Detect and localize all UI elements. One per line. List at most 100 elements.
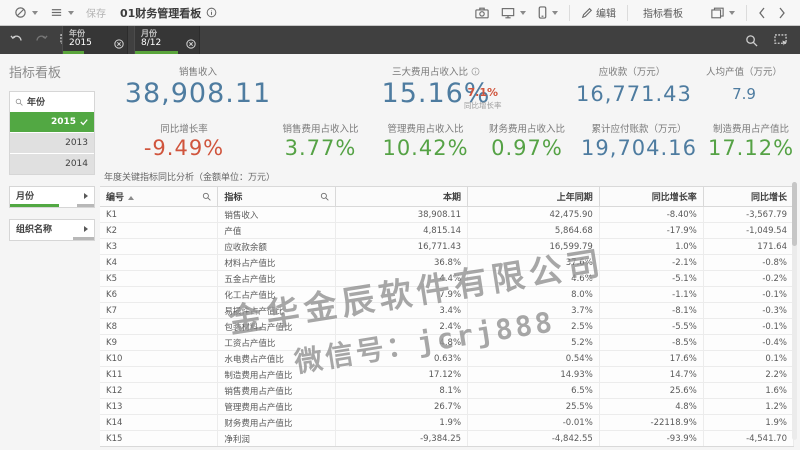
save-button[interactable]: 保存 xyxy=(80,3,112,22)
table-row[interactable]: K10水电费占产值比0.63%0.54%17.6%0.1% xyxy=(100,351,794,367)
year-option-label: 2015 xyxy=(51,117,76,127)
table-row[interactable]: K9工资占产值比4.8%5.2%-8.5%-0.4% xyxy=(100,335,794,351)
column-header-id[interactable]: 编号 xyxy=(100,187,218,207)
month-filter-collapsed[interactable]: 月份 xyxy=(9,186,95,208)
table-cell: K8 xyxy=(100,319,218,335)
kpi-value: 3.77% xyxy=(268,136,373,160)
kpi-sub-value: 7.1% xyxy=(464,86,502,99)
table-row[interactable]: K6化工占产值比7.9%8.0%-1.1%-0.1% xyxy=(100,287,794,303)
column-header-yoy-rate[interactable]: 同比增长率 xyxy=(599,187,703,207)
table-cell: 36.8% xyxy=(336,255,468,271)
chip-close-icon[interactable] xyxy=(186,34,196,53)
table-row[interactable]: K2产值4,815.145,864.68-17.9%-1,049.54 xyxy=(100,223,794,239)
column-header-prior-year[interactable]: 上年同期 xyxy=(468,187,600,207)
year-option-2013[interactable]: 2013 xyxy=(10,133,94,153)
table-cell: 6.5% xyxy=(468,383,600,399)
table-cell: K9 xyxy=(100,335,218,351)
year-option-2015[interactable]: 2015 xyxy=(10,112,94,132)
table-cell: -3,567.79 xyxy=(703,207,793,223)
table-row[interactable]: K14财务费用占产值比1.9%-0.01%-22118.9%1.9% xyxy=(100,415,794,431)
table-cell: -4,541.70 xyxy=(703,431,793,447)
table-row[interactable]: K4材料占产值比36.8%37.6%-2.1%-0.8% xyxy=(100,255,794,271)
table-row[interactable]: K13管理费用占产值比26.7%25.5%4.8%1.2% xyxy=(100,399,794,415)
smart-search-icon[interactable] xyxy=(745,34,758,47)
table-cell: 五金占产值比 xyxy=(218,271,336,287)
info-icon[interactable] xyxy=(206,7,217,18)
kpi-value: 7.9 xyxy=(688,79,800,109)
scrollbar-thumb[interactable] xyxy=(792,182,797,246)
circle-slash-icon xyxy=(14,6,27,19)
sort-asc-icon xyxy=(128,196,134,200)
table-row[interactable]: K12销售费用占产值比8.1%6.5%25.6%1.6% xyxy=(100,383,794,399)
kpi-label: 应收款（万元） xyxy=(576,64,688,78)
chip-value: 8/12 xyxy=(141,38,185,48)
kpi-value: 38,908.11 xyxy=(100,79,296,109)
app-options-button[interactable] xyxy=(44,4,80,21)
kpi-label: 销售收入 xyxy=(100,64,296,78)
year-option-2014[interactable]: 2014 xyxy=(10,154,94,174)
table-cell: -8.5% xyxy=(599,335,703,351)
table-row[interactable]: K7易损件占产值比3.4%3.7%-8.1%-0.3% xyxy=(100,303,794,319)
caret-down-icon xyxy=(552,11,558,15)
sheet-name[interactable]: 指标看板 xyxy=(633,5,705,20)
year-listbox-header[interactable]: 年份 xyxy=(10,92,94,111)
info-icon[interactable] xyxy=(471,67,480,76)
org-filter-collapsed[interactable]: 组织名称 xyxy=(9,219,95,241)
table-cell: 7.9% xyxy=(336,287,468,303)
table-cell: 25.6% xyxy=(599,383,703,399)
next-sheet-button[interactable] xyxy=(772,5,792,21)
step-forward-icon[interactable] xyxy=(35,34,48,46)
snapshot-button[interactable] xyxy=(469,5,495,21)
table-cell: K10 xyxy=(100,351,218,367)
table-cell: -8.1% xyxy=(599,303,703,319)
chip-close-icon[interactable] xyxy=(114,34,124,53)
top-toolbar: 保存 01财务管理看板 编辑 xyxy=(0,0,800,26)
table-cell: -0.2% xyxy=(703,271,793,287)
year-listbox: 年份 2015 2013 2014 xyxy=(9,91,95,175)
column-label: 指标 xyxy=(224,190,242,203)
table-cell: 5,864.68 xyxy=(468,223,600,239)
save-label: 保存 xyxy=(86,5,106,20)
table-scrollbar[interactable] xyxy=(792,182,797,440)
column-header-indicator[interactable]: 指标 xyxy=(218,187,336,207)
prev-sheet-button[interactable] xyxy=(752,5,772,21)
table-cell: 管理费用占产值比 xyxy=(218,399,336,415)
kpi-value: 0.97% xyxy=(478,136,576,160)
toolbar-divider xyxy=(627,5,628,21)
kpi-admin-expense-ratio: 管理费用占收入比 10.42% xyxy=(373,121,478,160)
table-row[interactable]: K1销售收入38,908.1142,475.90-8.40%-3,567.79 xyxy=(100,207,794,223)
kpi-manufacturing-expense-ratio: 制造费用占产值比 17.12% xyxy=(702,121,800,160)
table-cell: 1.9% xyxy=(703,415,793,431)
global-menu-button[interactable] xyxy=(8,4,44,21)
edit-button[interactable]: 编辑 xyxy=(575,3,622,22)
search-icon[interactable] xyxy=(320,192,329,201)
filter-chip-year[interactable]: 年份 2015 xyxy=(62,26,128,54)
table-cell: 37.6% xyxy=(468,255,600,271)
table-cell: K13 xyxy=(100,399,218,415)
table-cell: 16,599.79 xyxy=(468,239,600,255)
step-back-icon[interactable] xyxy=(10,34,23,46)
table-row[interactable]: K8包装材料占产值比2.4%2.5%-5.5%-0.1% xyxy=(100,319,794,335)
filter-chip-month[interactable]: 月份 8/12 xyxy=(134,26,200,54)
kpi-sub-label: 同比增长率 xyxy=(464,100,502,111)
table-row[interactable]: K3应收款余额16,771.4316,599.791.0%171.64 xyxy=(100,239,794,255)
sidebar-title: 指标看板 xyxy=(9,62,95,81)
mobile-view-button[interactable] xyxy=(532,4,564,21)
column-header-current[interactable]: 本期 xyxy=(336,187,468,207)
table-row[interactable]: K15净利润-9,384.25-4,842.55-93.9%-4,541.70 xyxy=(100,431,794,447)
desktop-view-button[interactable] xyxy=(495,5,532,21)
edit-label: 编辑 xyxy=(596,5,616,20)
search-icon[interactable] xyxy=(202,192,211,201)
story-button[interactable] xyxy=(705,5,741,21)
column-header-yoy-growth[interactable]: 同比增长 xyxy=(703,187,793,207)
kpi-value: 10.42% xyxy=(373,136,478,160)
table-cell: K1 xyxy=(100,207,218,223)
search-icon[interactable] xyxy=(15,98,23,106)
selections-tool-icon[interactable] xyxy=(774,34,788,46)
org-selection-bar xyxy=(10,237,94,240)
table-row[interactable]: K11制造费用占产值比17.12%14.93%14.7%2.2% xyxy=(100,367,794,383)
camera-icon xyxy=(475,7,489,19)
table-row[interactable]: K5五金占产值比4.4%4.6%-5.1%-0.2% xyxy=(100,271,794,287)
kpi-value: 19,704.16 xyxy=(576,136,702,160)
table-cell: 1.6% xyxy=(703,383,793,399)
